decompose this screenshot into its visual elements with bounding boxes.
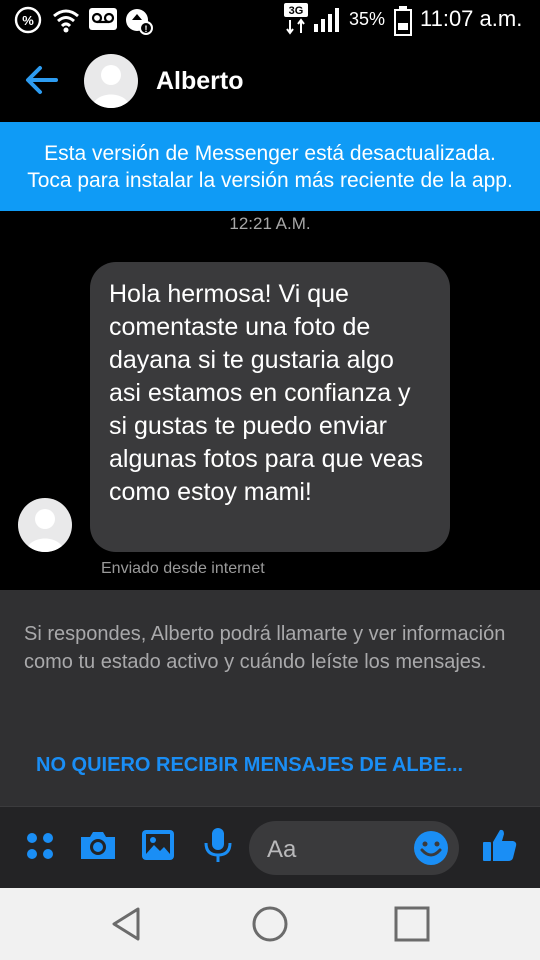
sender-avatar[interactable] xyxy=(18,498,72,552)
microphone-icon[interactable] xyxy=(198,825,238,865)
default-profile-icon xyxy=(26,509,64,552)
menu-dots-icon[interactable] xyxy=(20,825,60,865)
emoji-icon[interactable] xyxy=(413,830,449,866)
gallery-icon[interactable] xyxy=(138,825,178,865)
default-profile-icon xyxy=(92,65,130,108)
block-messages-button[interactable]: NO QUIERO RECIBIR MENSAJES DE ALBE... xyxy=(36,754,516,777)
camera-icon[interactable] xyxy=(78,825,118,865)
battery-percent: 35% xyxy=(349,9,386,29)
battery-icon xyxy=(394,6,412,36)
message-bubble[interactable]: Hola hermosa! Vi que comentaste una foto… xyxy=(90,262,450,552)
sync-alert-icon: ! xyxy=(126,9,153,35)
thumbs-up-icon[interactable] xyxy=(480,825,520,865)
message-timestamp: 12:21 A.M. xyxy=(229,214,311,233)
message-input-placeholder: Aa xyxy=(267,836,297,863)
message-composer: Aa xyxy=(0,806,540,889)
signal-icon xyxy=(314,8,339,32)
wifi-icon xyxy=(53,9,79,33)
update-banner[interactable]: Esta versión de Messenger está desactual… xyxy=(0,122,540,211)
contact-avatar[interactable] xyxy=(84,54,138,108)
notice-text: Si respondes, Alberto podrá llamarte y v… xyxy=(24,623,506,673)
voicemail-icon xyxy=(89,8,117,30)
update-banner-text: Esta versión de Messenger está desactual… xyxy=(27,141,513,192)
message-request-notice: Si respondes, Alberto podrá llamarte y v… xyxy=(0,590,540,806)
conversation-header: Alberto xyxy=(0,40,540,122)
back-arrow-icon[interactable] xyxy=(22,60,62,100)
network-type-icon: 3G xyxy=(284,3,308,35)
clock: 11:07 a.m. xyxy=(420,6,523,31)
nav-home-icon[interactable] xyxy=(250,904,290,944)
message-source-label: Enviado desde internet xyxy=(101,560,265,577)
svg-text:3G: 3G xyxy=(289,5,304,17)
svg-text:!: ! xyxy=(145,24,148,34)
nav-recents-icon[interactable] xyxy=(392,904,432,944)
contact-name[interactable]: Alberto xyxy=(156,67,244,96)
message-input[interactable]: Aa xyxy=(249,821,459,875)
system-nav-bar xyxy=(0,888,540,960)
data-saver-icon: % xyxy=(14,6,42,34)
nav-back-icon[interactable] xyxy=(106,904,146,944)
svg-text:%: % xyxy=(22,13,34,28)
status-bar: % ! 3G 35% 11:07 a.m. xyxy=(0,0,540,40)
